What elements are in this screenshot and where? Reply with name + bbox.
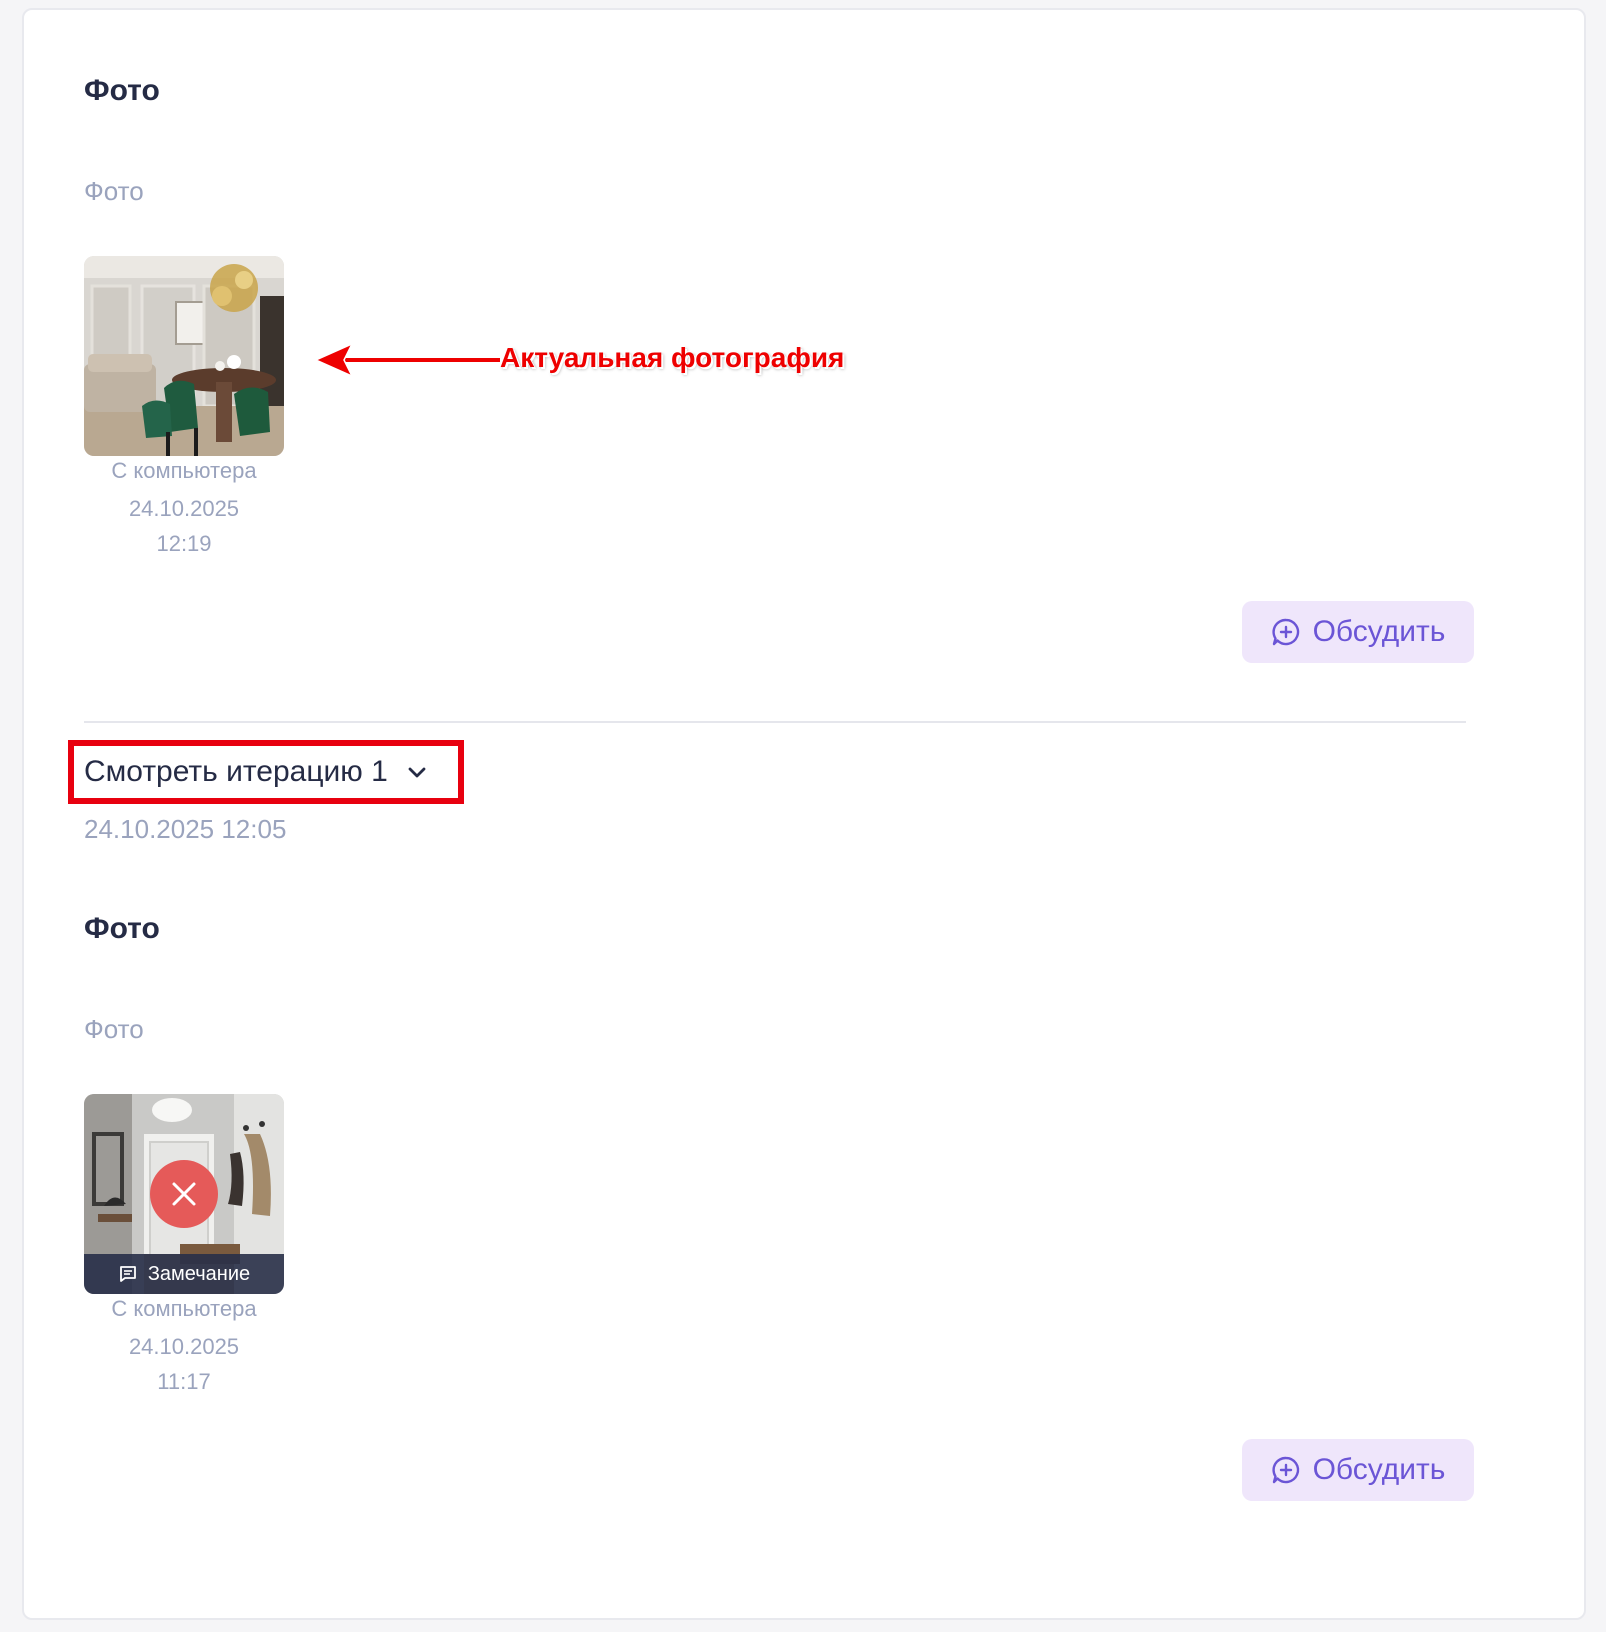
photo-thumbnail-current[interactable]: [84, 256, 284, 456]
photo-thumbnail-iteration[interactable]: Замечание: [84, 1094, 284, 1294]
chevron-down-icon: [408, 767, 426, 778]
remark-bar[interactable]: Замечание: [84, 1254, 284, 1294]
section-title: Фото: [84, 74, 160, 107]
rejected-status-badge[interactable]: [150, 1160, 218, 1228]
chat-plus-icon: [1271, 1456, 1299, 1484]
iteration-discuss-label: Обсудить: [1312, 1453, 1446, 1486]
close-icon: [172, 1182, 196, 1206]
discuss-label: Обсудить: [1312, 615, 1446, 648]
iteration-discuss-button[interactable]: Обсудить: [1242, 1439, 1474, 1501]
iteration-photo-date: 24.10.2025: [128, 1334, 240, 1359]
chat-plus-icon: [1271, 618, 1299, 646]
divider: [84, 721, 1466, 723]
remark-label: Замечание: [147, 1262, 251, 1285]
photo-date: 24.10.2025: [128, 496, 240, 521]
iteration-photo-source: С компьютера: [111, 1296, 257, 1321]
comment-icon: [119, 1266, 136, 1282]
iteration-toggle-label: Смотреть итерацию 1: [84, 755, 388, 788]
photo-source: С компьютера: [111, 458, 257, 483]
annotation-current-photo: Актуальная фотография: [500, 342, 845, 373]
field-label: Фото: [84, 176, 144, 206]
iteration-section-title: Фото: [84, 912, 160, 945]
discuss-button[interactable]: Обсудить: [1242, 601, 1474, 663]
view-iteration-toggle[interactable]: Смотреть итерацию 1: [84, 754, 428, 790]
iteration-timestamp: 24.10.2025 12:05: [84, 814, 287, 844]
photo-time: 12:19: [156, 531, 212, 556]
arrow-left-icon: [314, 342, 500, 378]
iteration-photo-time: 11:17: [157, 1369, 211, 1394]
interior-photo: [84, 256, 284, 456]
iteration-field-label: Фото: [84, 1014, 144, 1044]
photo-card: Фото Фото С компьютера 24.10.2025 12:19 …: [22, 8, 1586, 1620]
